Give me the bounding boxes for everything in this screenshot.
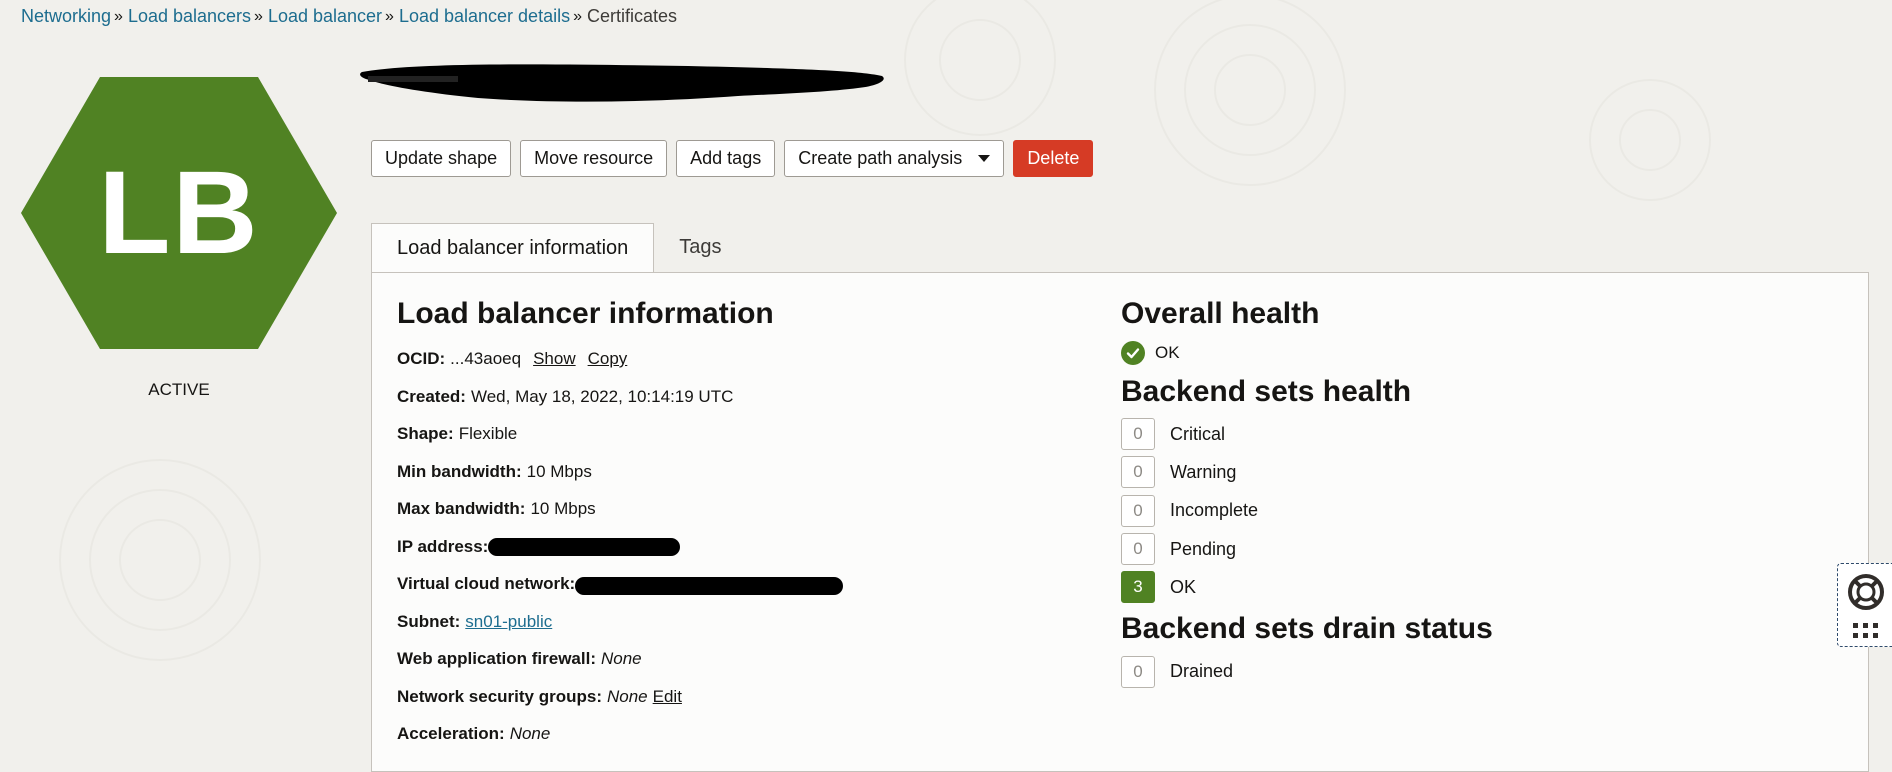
- health-row-incomplete: 0 Incomplete: [1121, 492, 1821, 530]
- nsg-row: Network security groups: None Edit: [397, 687, 1057, 725]
- health-row-ok: 3 OK: [1121, 568, 1821, 606]
- created-label: Created:: [397, 386, 466, 406]
- drain-row-drained: 0 Drained: [1121, 652, 1821, 690]
- breadcrumb: Networking » Load balancers » Load balan…: [21, 6, 677, 27]
- health-row-pending: 0 Pending: [1121, 530, 1821, 568]
- nsg-label: Network security groups:: [397, 686, 602, 706]
- health-row-warning: 0 Warning: [1121, 453, 1821, 491]
- breadcrumb-separator: »: [254, 7, 263, 25]
- health-label: Incomplete: [1170, 500, 1259, 521]
- health-label: Pending: [1170, 538, 1237, 559]
- nsg-edit-link[interactable]: Edit: [653, 687, 682, 707]
- count-badge[interactable]: 3: [1121, 571, 1155, 604]
- count-badge[interactable]: 0: [1121, 533, 1155, 566]
- delete-button[interactable]: Delete: [1013, 140, 1094, 177]
- breadcrumb-load-balancer-details[interactable]: Load balancer details: [399, 6, 570, 27]
- subnet-row: Subnet: sn01-public: [397, 612, 1057, 650]
- overall-health-heading: Overall health: [1121, 297, 1320, 330]
- chevron-down-icon: [978, 155, 991, 162]
- drain-status-heading: Backend sets drain status: [1121, 612, 1493, 646]
- subnet-link[interactable]: sn01-public: [465, 612, 552, 632]
- breadcrumb-separator: »: [114, 7, 123, 25]
- max-bandwidth-row: Max bandwidth: 10 Mbps: [397, 499, 1057, 537]
- details-panel: Load balancer information OCID: ...43aoe…: [371, 272, 1869, 772]
- check-icon: [1121, 341, 1145, 365]
- waf-value: None: [601, 649, 642, 668]
- health-row-critical: 0 Critical: [1121, 415, 1821, 453]
- vcn-redacted: [575, 577, 844, 595]
- subnet-label: Subnet:: [397, 611, 461, 631]
- health-label: Warning: [1170, 461, 1237, 482]
- breadcrumb-networking[interactable]: Networking: [21, 6, 111, 27]
- breadcrumb-separator: »: [385, 7, 394, 25]
- ocid-row: OCID: ...43aoeq Show Copy: [397, 349, 1057, 387]
- health-label: Critical: [1170, 423, 1226, 444]
- create-path-analysis-button[interactable]: Create path analysis: [784, 140, 1005, 177]
- help-widget[interactable]: [1837, 563, 1892, 647]
- drain-label: Drained: [1170, 661, 1234, 682]
- apps-grid-icon[interactable]: [1851, 621, 1881, 641]
- health-label: OK: [1170, 576, 1197, 597]
- count-badge[interactable]: 0: [1121, 456, 1155, 489]
- count-badge[interactable]: 0: [1121, 655, 1155, 688]
- ocid-label: OCID:: [397, 349, 446, 368]
- ip-address-redacted: [488, 537, 681, 556]
- update-shape-button[interactable]: Update shape: [371, 140, 512, 177]
- created-value: Wed, May 18, 2022, 10:14:19 UTC: [470, 386, 734, 406]
- ip-address-label: IP address:: [397, 536, 489, 556]
- create-path-analysis-label: Create path analysis: [798, 148, 963, 168]
- status-badge: ACTIVE: [148, 380, 210, 399]
- shape-value: Flexible: [458, 424, 518, 443]
- count-badge[interactable]: 0: [1121, 418, 1155, 451]
- tab-load-balancer-information[interactable]: Load balancer information: [371, 223, 655, 273]
- max-bandwidth-value: 10 Mbps: [530, 499, 596, 518]
- overall-health-status: OK: [1121, 341, 1821, 365]
- overall-health-value: OK: [1155, 343, 1180, 362]
- breadcrumb-separator: »: [573, 7, 582, 25]
- acceleration-row: Acceleration: None: [397, 724, 1057, 762]
- max-bandwidth-label: Max bandwidth:: [397, 499, 526, 518]
- page-title-redacted: [360, 64, 884, 102]
- vcn-row: Virtual cloud network:: [397, 574, 1057, 612]
- tab-bar: Load balancer information Tags: [371, 223, 747, 273]
- ocid-value: ...43aoeq: [450, 349, 522, 368]
- acceleration-label: Acceleration:: [397, 724, 505, 743]
- min-bandwidth-row: Min bandwidth: 10 Mbps: [397, 462, 1057, 500]
- waf-label: Web application firewall:: [397, 649, 596, 668]
- move-resource-button[interactable]: Move resource: [520, 140, 668, 177]
- ocid-show-link[interactable]: Show: [533, 349, 576, 369]
- ocid-copy-link[interactable]: Copy: [588, 349, 628, 369]
- health-section: Overall health OK Backend sets health 0 …: [1121, 297, 1821, 691]
- shape-label: Shape:: [397, 424, 454, 443]
- acceleration-value: None: [509, 724, 551, 743]
- breadcrumb-load-balancers[interactable]: Load balancers: [128, 6, 251, 27]
- breadcrumb-current: Certificates: [586, 6, 678, 26]
- info-heading: Load balancer information: [397, 297, 774, 330]
- ip-address-row: IP address:: [397, 537, 1057, 575]
- load-balancer-info-section: Load balancer information OCID: ...43aoe…: [397, 297, 1057, 762]
- shape-row: Shape: Flexible: [397, 424, 1057, 462]
- vcn-label: Virtual cloud network:: [397, 574, 576, 593]
- waf-row: Web application firewall: None: [397, 649, 1057, 687]
- breadcrumb-load-balancer[interactable]: Load balancer: [268, 6, 382, 27]
- count-badge[interactable]: 0: [1121, 494, 1155, 527]
- created-row: Created: Wed, May 18, 2022, 10:14:19 UTC: [397, 387, 1057, 425]
- nsg-value: None: [607, 686, 648, 706]
- backend-sets-health-heading: Backend sets health: [1121, 375, 1412, 408]
- action-toolbar: Update shape Move resource Add tags Crea…: [371, 140, 1094, 177]
- min-bandwidth-value: 10 Mbps: [526, 461, 592, 481]
- add-tags-button[interactable]: Add tags: [676, 140, 776, 177]
- tab-tags[interactable]: Tags: [654, 223, 746, 272]
- min-bandwidth-label: Min bandwidth:: [397, 461, 522, 481]
- lifebuoy-icon[interactable]: [1846, 572, 1886, 612]
- resource-logo-text: LB: [98, 147, 260, 279]
